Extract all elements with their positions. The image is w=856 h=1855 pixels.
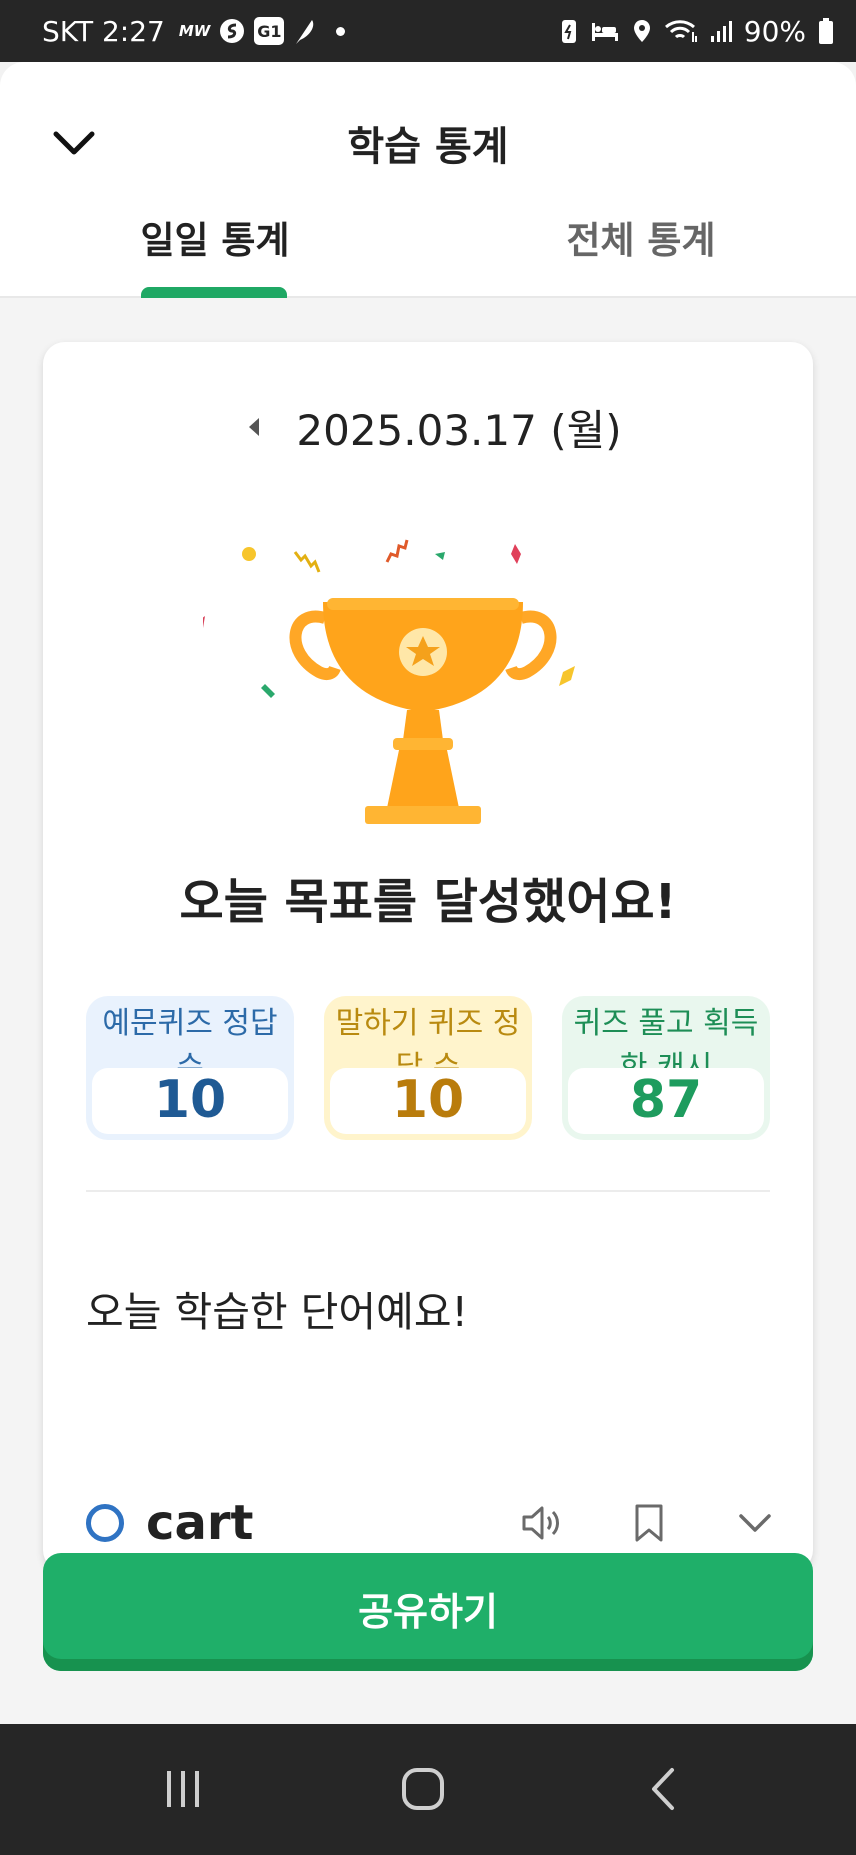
stat-value: 10	[153, 1070, 227, 1130]
word-text: cart	[146, 1495, 254, 1551]
mw-icon: MW	[178, 22, 211, 40]
system-nav-bar	[0, 1724, 856, 1855]
bed-icon	[591, 23, 618, 41]
trophy-icon	[203, 539, 575, 824]
word-list-item[interactable]: cart	[86, 1487, 783, 1559]
active-tab-indicator	[141, 287, 287, 298]
selected-date: 2025.03.17 (월)	[296, 405, 622, 455]
back-button[interactable]	[628, 1754, 698, 1824]
expand-button[interactable]	[727, 1495, 783, 1551]
tab-daily-stats[interactable]: 일일 통계	[65, 210, 365, 264]
wifi-icon	[664, 20, 697, 42]
signal-icon	[710, 21, 732, 42]
s-icon	[220, 19, 245, 43]
battery-saver-icon	[561, 20, 576, 43]
caret-left-icon	[249, 418, 260, 436]
home-icon	[402, 1768, 444, 1810]
g1-icon: G1	[254, 17, 285, 45]
status-notification-icons: MW G1	[178, 16, 346, 46]
speaker-icon	[522, 1506, 559, 1540]
statistics-sheet: 학습 통계 일일 통계 전체 통계 2025.03.17 (월) 오늘 목표를 …	[0, 62, 856, 1724]
date-selector: 2025.03.17 (월)	[43, 397, 813, 457]
tab-total-stats[interactable]: 전체 통계	[491, 210, 791, 264]
status-bar: SKT 2:27 MW G1 90%	[0, 0, 856, 62]
circle-icon	[86, 1504, 124, 1542]
stat-value: 10	[391, 1070, 465, 1130]
example-quiz-stat: 예문퀴즈 정답 수 10	[86, 996, 294, 1140]
previous-date-button[interactable]	[234, 407, 274, 447]
location-icon	[633, 20, 650, 42]
learned-words-heading: 오늘 학습한 단어예요!	[86, 1288, 468, 1336]
status-left: SKT 2:27 MW G1	[42, 14, 346, 48]
recent-apps-button[interactable]	[148, 1754, 218, 1824]
feather-icon	[296, 20, 314, 44]
battery-icon	[819, 18, 833, 44]
speaker-button[interactable]	[515, 1495, 571, 1551]
back-icon	[652, 1768, 674, 1810]
recent-apps-icon	[167, 1771, 199, 1807]
goal-achieved-message: 오늘 목표를 달성했어요!	[179, 874, 677, 930]
stat-value: 87	[629, 1070, 703, 1130]
speaking-quiz-stat: 말하기 퀴즈 정답 수 10	[324, 996, 532, 1140]
daily-stats-card: 2025.03.17 (월) 오늘 목표를 달성했어요! 예문퀴즈 정답 10 …	[43, 342, 813, 1572]
word-actions	[465, 1495, 783, 1551]
notification-dot	[336, 26, 346, 36]
page-title: 학습 통계	[347, 124, 509, 170]
bookmark-button[interactable]	[621, 1495, 677, 1551]
chevron-down-icon	[739, 1514, 771, 1532]
home-button[interactable]	[388, 1754, 458, 1824]
share-button[interactable]: 공유하기	[43, 1553, 813, 1671]
cash-earned-stat: 퀴즈 풀고 획득한 캐시 87	[562, 996, 770, 1140]
status-right: 90%	[560, 15, 834, 48]
bookmark-icon	[635, 1504, 663, 1542]
sheet-header: 학습 통계 일일 통계 전체 통계	[0, 62, 856, 298]
battery-percent: 90%	[743, 14, 806, 48]
status-time: SKT 2:27	[42, 14, 165, 48]
divider	[86, 1190, 770, 1192]
